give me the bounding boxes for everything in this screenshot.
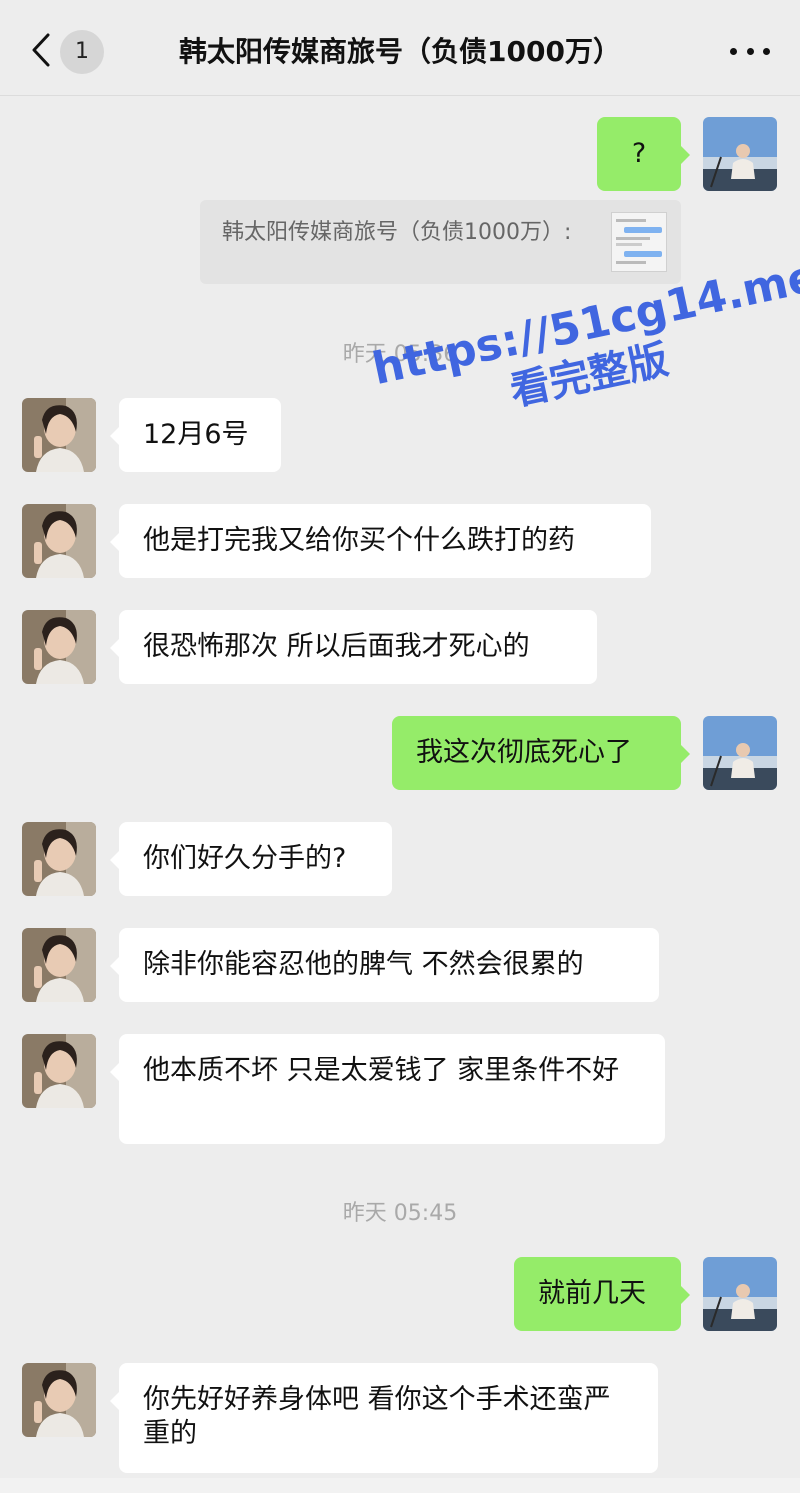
message-bubble-received[interactable]: 12月6号 (110, 398, 281, 472)
message-text: 就前几天 (538, 1278, 646, 1309)
message-text: 他是打完我又给你买个什么跌打的药 (143, 525, 575, 556)
message-text: 很恐怖那次 所以后面我才死心的 (143, 631, 530, 662)
quoted-message-text: 韩太阳传媒商旅号（负债1000万）: (222, 220, 572, 245)
watermark: https://51cg14.me 看完整版 (368, 251, 800, 482)
contact-avatar[interactable] (22, 822, 96, 896)
contact-avatar[interactable] (22, 398, 96, 472)
message-text: 除非你能容忍他的脾气 不然会很累的 (143, 949, 584, 980)
more-options-button[interactable] (730, 36, 770, 66)
message-bubble-sent[interactable]: 就前几天 (514, 1257, 690, 1331)
contact-avatar[interactable] (22, 1363, 96, 1437)
back-button[interactable] (24, 30, 58, 70)
timestamp: 昨天 05:45 (342, 1201, 458, 1226)
message-bubble-received[interactable]: 除非你能容忍他的脾气 不然会很累的 (110, 928, 659, 1002)
my-avatar[interactable] (703, 1257, 777, 1331)
message-bubble-received[interactable]: 很恐怖那次 所以后面我才死心的 (110, 610, 597, 684)
message-text: ? (631, 138, 647, 169)
message-bubble-sent[interactable]: ? (597, 117, 690, 191)
chat-title: 韩太阳传媒商旅号（负债1000万） (179, 35, 621, 68)
message-text: 你们好久分手的? (143, 843, 347, 874)
message-bubble-received[interactable]: 你先好好养身体吧 看你这个手术还蛮严重的 (110, 1363, 658, 1473)
message-bubble-received[interactable]: 他本质不坏 只是太爱钱了 家里条件不好 (110, 1034, 665, 1144)
more-dots-icon (730, 47, 737, 55)
my-avatar[interactable] (703, 117, 777, 191)
message-bubble-received[interactable]: 他是打完我又给你买个什么跌打的药 (110, 504, 651, 578)
my-avatar[interactable] (703, 716, 777, 790)
contact-avatar[interactable] (22, 1034, 96, 1108)
bottom-edge (0, 1478, 800, 1493)
message-bubble-received[interactable]: 你们好久分手的? (110, 822, 392, 896)
message-bubble-sent[interactable]: 我这次彻底死心了 (392, 716, 690, 790)
chevron-left-icon (32, 33, 50, 67)
contact-avatar[interactable] (22, 610, 96, 684)
message-text: 12月6号 (143, 419, 249, 450)
contact-avatar[interactable] (22, 928, 96, 1002)
chat-header: 1 韩太阳传媒商旅号（负债1000万） (0, 0, 800, 96)
message-text: 我这次彻底死心了 (416, 737, 632, 768)
message-text: 他本质不坏 只是太爱钱了 家里条件不好 (143, 1055, 620, 1086)
unread-count-badge[interactable]: 1 (60, 30, 104, 74)
quoted-image-thumbnail[interactable] (611, 212, 667, 272)
contact-avatar[interactable] (22, 504, 96, 578)
quoted-message[interactable]: 韩太阳传媒商旅号（负债1000万）: (200, 200, 681, 284)
message-text: 你先好好养身体吧 看你这个手术还蛮严重的 (143, 1384, 611, 1449)
